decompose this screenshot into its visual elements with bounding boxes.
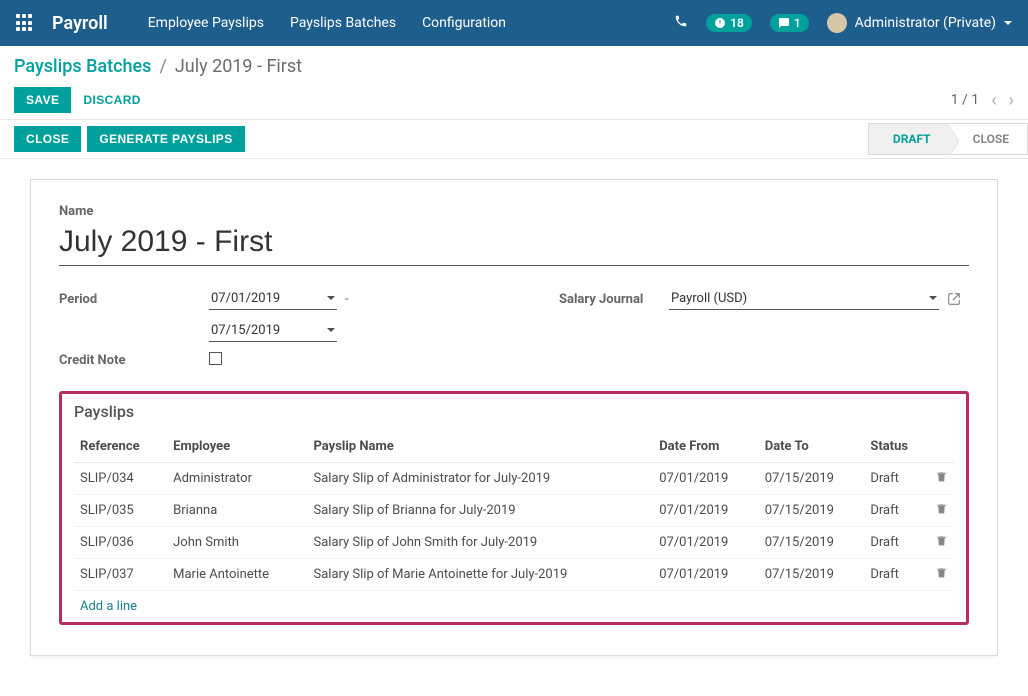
cell-employee: Administrator: [167, 463, 307, 495]
form-sheet: Name Period 07/01/2019 - Salary Journal …: [30, 179, 998, 656]
col-status[interactable]: Status: [864, 431, 929, 463]
table-row[interactable]: SLIP/037Marie AntoinetteSalary Slip of M…: [74, 559, 954, 591]
generate-payslips-button[interactable]: GENERATE PAYSLIPS: [87, 126, 244, 152]
status-stages: DRAFT CLOSE: [868, 120, 1028, 158]
messages-count: 1: [794, 16, 801, 30]
stage-draft[interactable]: DRAFT: [868, 123, 949, 155]
col-employee[interactable]: Employee: [167, 431, 307, 463]
col-payslip-name[interactable]: Payslip Name: [308, 431, 654, 463]
control-bar: Payslips Batches / July 2019 - First SAV…: [0, 46, 1028, 119]
trash-icon[interactable]: [935, 504, 948, 519]
chevron-down-icon: [1004, 21, 1012, 29]
add-line-link[interactable]: Add a line: [74, 591, 143, 616]
close-button[interactable]: CLOSE: [14, 126, 81, 152]
cell-payslip-name: Salary Slip of Marie Antoinette for July…: [308, 559, 654, 591]
cell-reference: SLIP/035: [74, 495, 167, 527]
cell-date-to: 07/15/2019: [759, 527, 865, 559]
payslips-title: Payslips: [74, 402, 954, 421]
apps-icon[interactable]: [16, 14, 34, 32]
user-label: Administrator (Private): [855, 15, 996, 31]
chevron-down-icon: [327, 328, 335, 336]
cell-status: Draft: [864, 559, 929, 591]
table-row[interactable]: SLIP/034AdministratorSalary Slip of Admi…: [74, 463, 954, 495]
trash-icon[interactable]: [935, 568, 948, 583]
label-salary-journal: Salary Journal: [559, 292, 669, 307]
table-row[interactable]: SLIP/036John SmithSalary Slip of John Sm…: [74, 527, 954, 559]
cell-status: Draft: [864, 527, 929, 559]
breadcrumb-parent[interactable]: Payslips Batches: [14, 56, 151, 77]
avatar: [827, 13, 847, 33]
pager-value: 1 / 1: [951, 92, 979, 108]
breadcrumb-current: July 2019 - First: [175, 56, 302, 77]
phone-icon[interactable]: [674, 14, 688, 32]
cell-date-from: 07/01/2019: [653, 527, 759, 559]
messages-badge[interactable]: 1: [770, 14, 809, 32]
pager-next[interactable]: ›: [1009, 90, 1014, 111]
breadcrumb: Payslips Batches / July 2019 - First: [14, 56, 1014, 77]
menu-employee-payslips[interactable]: Employee Payslips: [148, 15, 264, 31]
cell-reference: SLIP/036: [74, 527, 167, 559]
stage-close[interactable]: CLOSE: [949, 123, 1028, 155]
trash-icon[interactable]: [935, 472, 948, 487]
label-name: Name: [59, 204, 969, 219]
cell-date-from: 07/01/2019: [653, 463, 759, 495]
cell-reference: SLIP/034: [74, 463, 167, 495]
cell-date-to: 07/15/2019: [759, 463, 865, 495]
period-date-to[interactable]: 07/15/2019: [209, 320, 337, 342]
activity-count: 18: [730, 16, 744, 30]
col-date-from[interactable]: Date From: [653, 431, 759, 463]
pager: 1 / 1 ‹ ›: [951, 90, 1014, 111]
cell-employee: Brianna: [167, 495, 307, 527]
label-credit-note: Credit Note: [59, 353, 209, 368]
menu-configuration[interactable]: Configuration: [422, 15, 506, 31]
menu-payslips-batches[interactable]: Payslips Batches: [290, 15, 396, 31]
cell-payslip-name: Salary Slip of Brianna for July-2019: [308, 495, 654, 527]
cell-date-to: 07/15/2019: [759, 495, 865, 527]
cell-date-from: 07/01/2019: [653, 495, 759, 527]
external-link-icon[interactable]: [947, 292, 969, 306]
trash-icon[interactable]: [935, 536, 948, 551]
chevron-down-icon: [929, 296, 937, 304]
save-button[interactable]: SAVE: [14, 87, 71, 113]
cell-reference: SLIP/037: [74, 559, 167, 591]
table-row[interactable]: SLIP/035BriannaSalary Slip of Brianna fo…: [74, 495, 954, 527]
name-field[interactable]: [59, 223, 969, 266]
col-reference[interactable]: Reference: [74, 431, 167, 463]
col-date-to[interactable]: Date To: [759, 431, 865, 463]
payslips-table: Reference Employee Payslip Name Date Fro…: [74, 431, 954, 591]
credit-note-checkbox[interactable]: [209, 352, 222, 365]
top-menu: Employee Payslips Payslips Batches Confi…: [148, 15, 506, 31]
cell-payslip-name: Salary Slip of Administrator for July-20…: [308, 463, 654, 495]
cell-employee: Marie Antoinette: [167, 559, 307, 591]
label-period: Period: [59, 292, 209, 307]
app-brand[interactable]: Payroll: [52, 13, 108, 34]
discard-button[interactable]: DISCARD: [71, 87, 152, 113]
status-bar: CLOSE GENERATE PAYSLIPS DRAFT CLOSE: [0, 119, 1028, 159]
cell-date-from: 07/01/2019: [653, 559, 759, 591]
pager-prev[interactable]: ‹: [991, 90, 996, 111]
cell-date-to: 07/15/2019: [759, 559, 865, 591]
period-date-from[interactable]: 07/01/2019: [209, 288, 337, 310]
salary-journal-field[interactable]: Payroll (USD): [669, 288, 939, 310]
payslips-section: Payslips Reference Employee Payslip Name…: [59, 391, 969, 625]
cell-employee: John Smith: [167, 527, 307, 559]
chevron-down-icon: [327, 296, 335, 304]
activity-badge[interactable]: 18: [706, 14, 752, 32]
cell-status: Draft: [864, 463, 929, 495]
user-menu[interactable]: Administrator (Private): [827, 13, 1012, 33]
cell-payslip-name: Salary Slip of John Smith for July-2019: [308, 527, 654, 559]
cell-status: Draft: [864, 495, 929, 527]
top-navbar: Payroll Employee Payslips Payslips Batch…: [0, 0, 1028, 46]
